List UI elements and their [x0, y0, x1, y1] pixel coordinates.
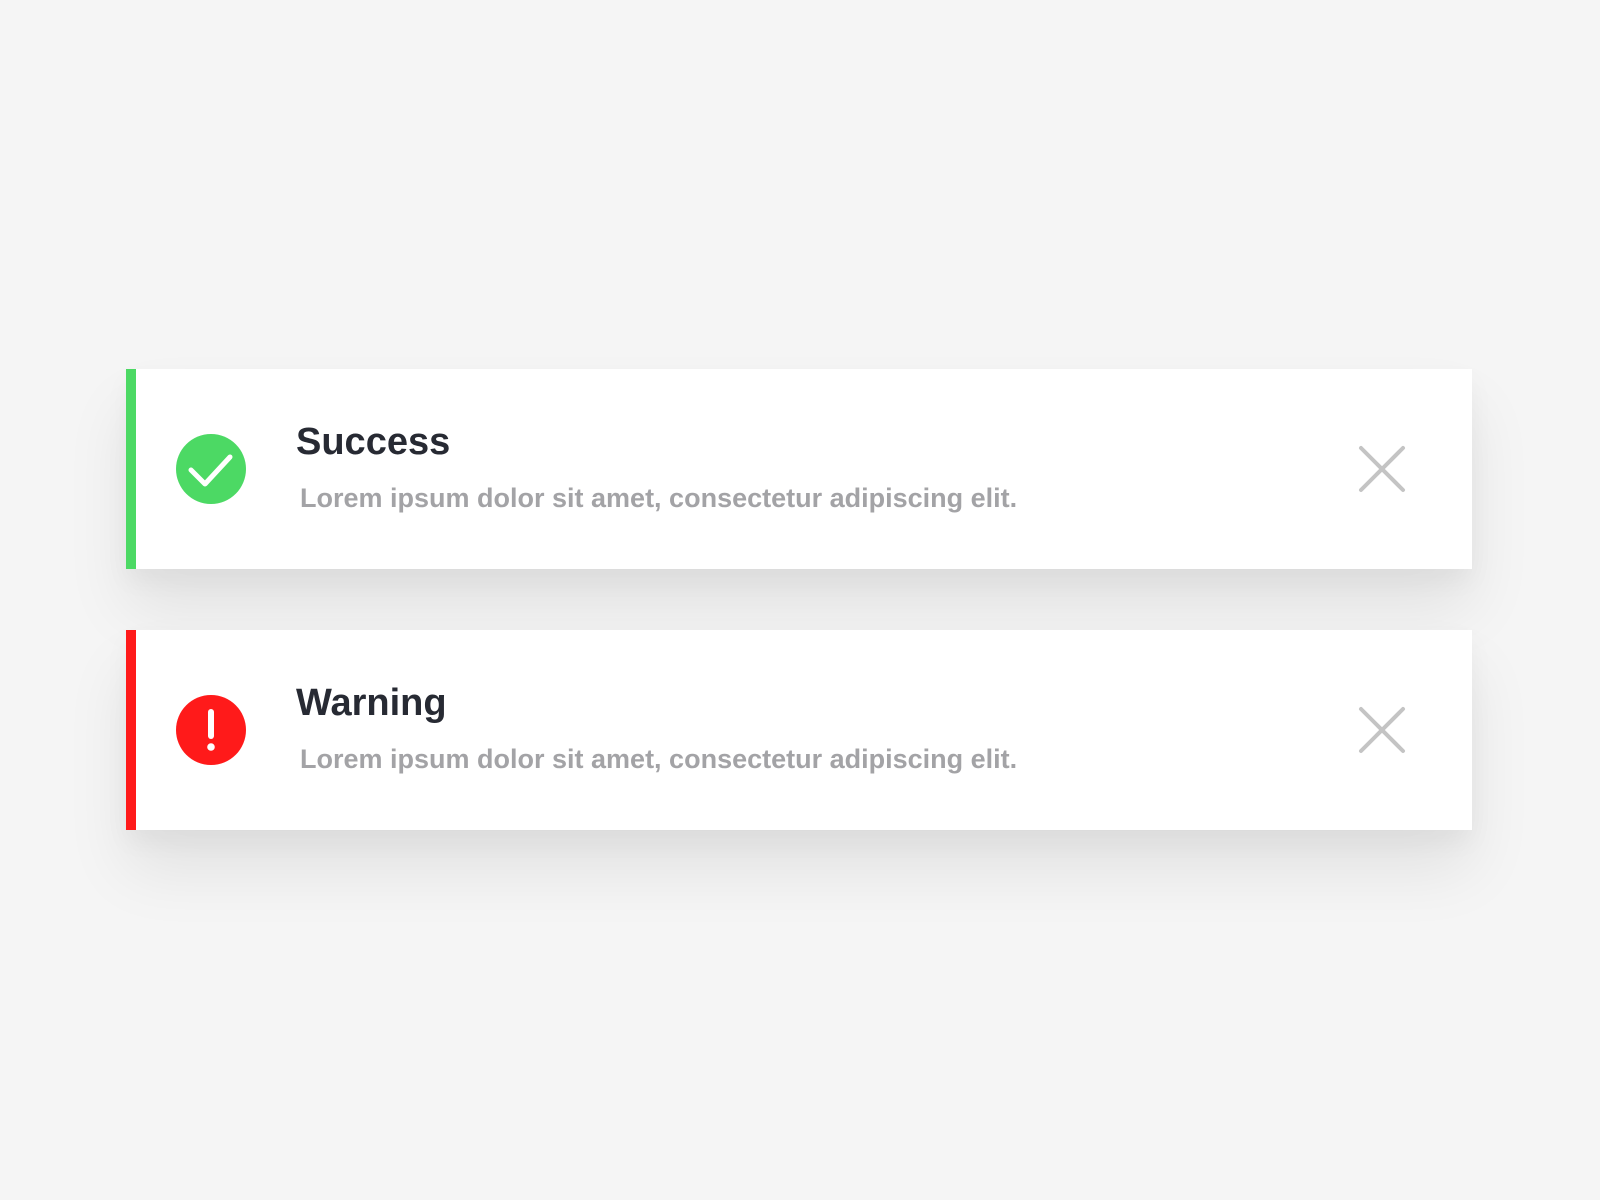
- close-button[interactable]: [1358, 445, 1406, 493]
- alert-message: Lorem ipsum dolor sit amet, consectetur …: [300, 744, 1018, 774]
- warning-accent-bar: [126, 630, 136, 830]
- success-alert: Success Lorem ipsum dolor sit amet, cons…: [126, 369, 1472, 569]
- check-circle-icon: [176, 434, 246, 504]
- exclamation-circle-icon: [176, 695, 246, 765]
- close-button[interactable]: [1358, 706, 1406, 754]
- alert-message: Lorem ipsum dolor sit amet, consectetur …: [300, 483, 1018, 513]
- close-icon: [1359, 707, 1405, 753]
- alert-title: Warning: [296, 682, 447, 724]
- warning-alert: Warning Lorem ipsum dolor sit amet, cons…: [126, 630, 1472, 830]
- alert-title: Success: [296, 421, 451, 463]
- close-icon: [1359, 446, 1405, 492]
- success-accent-bar: [126, 369, 136, 569]
